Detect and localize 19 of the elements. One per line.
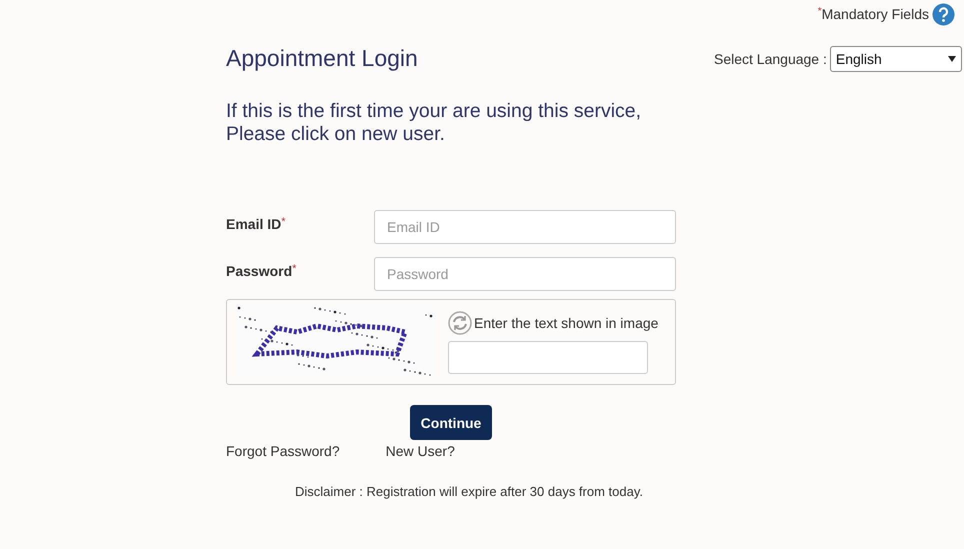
field-label: Email ID* [226,215,287,232]
continue-button[interactable]: Continue [410,405,492,440]
help-icon[interactable] [932,2,955,26]
intro-text: If this is the first time your are using this service, Please click on new user. [226,100,642,146]
captcha-answer-field[interactable] [448,340,648,374]
caret-icon [948,56,956,62]
page-title: Appointment Login [226,44,419,72]
password-field[interactable]: Password [374,257,676,291]
disclaimer-text: Disclaimer : Registration will expire after 30 days from today. [295,484,644,499]
field-label: Password* [226,262,298,279]
forgot-password-link[interactable]: Forgot Password? [226,443,340,459]
new-user-link[interactable]: New User? [386,443,455,459]
language-label: Select Language : [714,51,827,67]
required-marker: * [818,6,822,17]
captcha-prompt: Enter the text shown in image [474,314,658,330]
email-field[interactable]: Email ID [374,210,676,244]
language-select[interactable]: English [830,46,962,72]
refresh-icon[interactable] [448,310,472,334]
mandatory-fields-note: Mandatory Fields [822,6,929,22]
